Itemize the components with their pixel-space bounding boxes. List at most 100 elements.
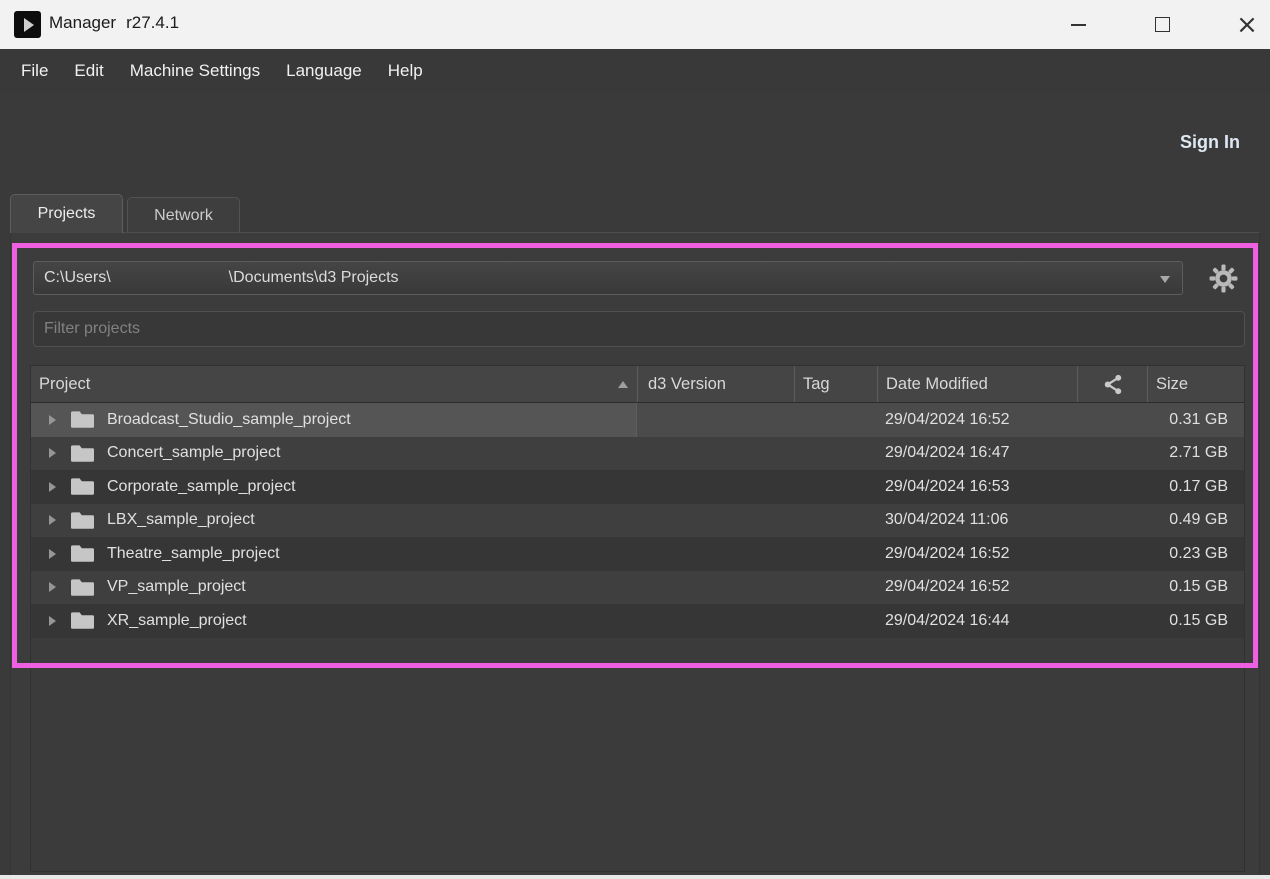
size-cell: 0.49 GB [1147, 504, 1244, 538]
date-modified-cell: 30/04/2024 11:06 [877, 504, 1077, 538]
project-cell: Corporate_sample_project [31, 470, 637, 504]
projects-table: Project d3 Version Tag Date Modified Siz… [30, 365, 1245, 872]
project-cell: Concert_sample_project [31, 437, 637, 471]
chevron-down-icon [1160, 276, 1170, 283]
minimize-button[interactable] [1055, 0, 1101, 49]
table-row[interactable]: Theatre_sample_project 29/04/2024 16:52 … [31, 537, 1244, 571]
expand-caret-icon[interactable] [49, 515, 56, 525]
column-label: Size [1156, 375, 1188, 394]
tab-network[interactable]: Network [127, 197, 240, 233]
menu-item[interactable]: Machine Settings [117, 61, 273, 81]
size-cell: 0.15 GB [1147, 571, 1244, 605]
column-header-size[interactable]: Size [1147, 366, 1244, 402]
tab-projects[interactable]: Projects [10, 194, 123, 233]
share-cell [1077, 470, 1147, 504]
column-header-date-modified[interactable]: Date Modified [877, 366, 1077, 402]
app-version: r27.4.1 [126, 13, 179, 32]
maximize-icon [1155, 17, 1170, 32]
table-row[interactable]: XR_sample_project 29/04/2024 16:44 0.15 … [31, 604, 1244, 638]
d3-version-cell [637, 604, 794, 638]
table-row[interactable]: Corporate_sample_project 29/04/2024 16:5… [31, 470, 1244, 504]
d3-version-cell [637, 537, 794, 571]
project-cell: XR_sample_project [31, 604, 637, 638]
project-name: XR_sample_project [107, 612, 247, 630]
size-cell: 0.31 GB [1147, 403, 1244, 437]
column-header-share[interactable] [1077, 366, 1147, 402]
menu-item[interactable]: Language [273, 61, 375, 81]
d3-version-cell [637, 470, 794, 504]
d3-version-cell [637, 504, 794, 538]
path-suffix: \Documents\d3 Projects [229, 269, 399, 287]
tag-cell [794, 537, 877, 571]
gear-icon [1208, 263, 1239, 294]
expand-caret-icon[interactable] [49, 549, 56, 559]
folder-icon [70, 410, 95, 429]
date-modified-cell: 29/04/2024 16:47 [877, 437, 1077, 471]
column-header-project[interactable]: Project [31, 366, 637, 402]
project-name: LBX_sample_project [107, 511, 255, 529]
column-header-tag[interactable]: Tag [794, 366, 877, 402]
share-cell [1077, 537, 1147, 571]
date-modified-cell: 29/04/2024 16:52 [877, 403, 1077, 437]
column-label: Date Modified [886, 375, 988, 394]
menu-item[interactable]: Edit [61, 61, 116, 81]
menu-bar: File Edit Machine Settings Language Help [0, 49, 1270, 93]
project-path-dropdown[interactable]: C:\Users\ \Documents\d3 Projects [33, 261, 1183, 295]
expand-caret-icon[interactable] [49, 582, 56, 592]
d3-version-cell [637, 437, 794, 471]
expand-caret-icon[interactable] [49, 448, 56, 458]
tag-cell [794, 504, 877, 538]
date-modified-cell: 29/04/2024 16:44 [877, 604, 1077, 638]
share-cell [1077, 437, 1147, 471]
filter-projects-input[interactable] [33, 311, 1245, 347]
menu-item[interactable]: Help [375, 61, 436, 81]
tag-cell [794, 470, 877, 504]
maximize-button[interactable] [1139, 0, 1185, 49]
app-icon [14, 11, 41, 38]
project-name: VP_sample_project [107, 578, 246, 596]
share-cell [1077, 604, 1147, 638]
column-label: Tag [803, 375, 830, 394]
sign-in-link[interactable]: Sign In [1180, 132, 1240, 153]
play-triangle-icon [24, 18, 34, 32]
tag-cell [794, 604, 877, 638]
column-header-d3-version[interactable]: d3 Version [637, 366, 794, 402]
date-modified-cell: 29/04/2024 16:53 [877, 470, 1077, 504]
close-button[interactable]: × [1224, 0, 1270, 49]
window-title: Managerr27.4.1 [49, 13, 179, 33]
size-cell: 2.71 GB [1147, 437, 1244, 471]
project-name: Concert_sample_project [107, 444, 280, 462]
share-icon [1101, 373, 1124, 396]
table-body: Broadcast_Studio_sample_project 29/04/20… [31, 403, 1244, 871]
sort-ascending-icon [618, 381, 628, 388]
project-cell: Theatre_sample_project [31, 537, 637, 571]
project-cell: Broadcast_Studio_sample_project [31, 403, 637, 437]
share-cell [1077, 504, 1147, 538]
settings-button[interactable] [1205, 260, 1241, 296]
table-row[interactable]: Broadcast_Studio_sample_project 29/04/20… [31, 403, 1244, 437]
expand-caret-icon[interactable] [49, 482, 56, 492]
folder-icon [70, 611, 95, 630]
menu-item[interactable]: File [8, 61, 61, 81]
folder-icon [70, 511, 95, 530]
share-cell [1077, 571, 1147, 605]
expand-caret-icon[interactable] [49, 616, 56, 626]
date-modified-cell: 29/04/2024 16:52 [877, 571, 1077, 605]
folder-icon [70, 477, 95, 496]
expand-caret-icon[interactable] [49, 415, 56, 425]
window-bottom-edge [0, 875, 1270, 879]
table-row[interactable]: VP_sample_project 29/04/2024 16:52 0.15 … [31, 571, 1244, 605]
folder-icon [70, 578, 95, 597]
tag-cell [794, 403, 877, 437]
project-name: Theatre_sample_project [107, 545, 280, 563]
d3-version-cell [637, 571, 794, 605]
date-modified-cell: 29/04/2024 16:52 [877, 537, 1077, 571]
folder-icon [70, 544, 95, 563]
table-row[interactable]: LBX_sample_project 30/04/2024 11:06 0.49… [31, 504, 1244, 538]
size-cell: 0.15 GB [1147, 604, 1244, 638]
d3-version-cell [637, 403, 794, 437]
path-prefix: C:\Users\ [44, 269, 111, 287]
project-cell: LBX_sample_project [31, 504, 637, 538]
table-row[interactable]: Concert_sample_project 29/04/2024 16:47 … [31, 437, 1244, 471]
project-name: Corporate_sample_project [107, 478, 296, 496]
